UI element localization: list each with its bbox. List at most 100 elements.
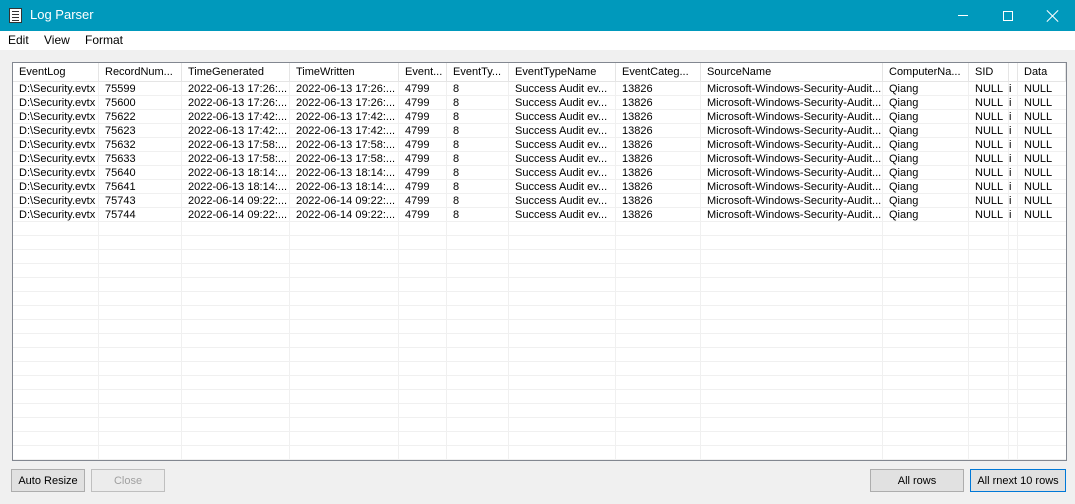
cell-strings: i bbox=[1009, 153, 1012, 165]
cell-eventtype: 8 bbox=[453, 111, 460, 123]
cell-eventid: 4799 bbox=[405, 181, 430, 193]
column-header-eventtypename[interactable]: EventTypeName bbox=[509, 63, 616, 81]
close-icon bbox=[1047, 10, 1059, 22]
table-row[interactable]: D:\Security.evtx 75599 2022-06-13 17:26:..… bbox=[13, 82, 1066, 96]
cell-strings: i bbox=[1009, 195, 1012, 207]
menu-view[interactable]: View bbox=[44, 33, 70, 47]
column-header-eventlog[interactable]: EventLog bbox=[13, 63, 99, 81]
column-header-eventid[interactable]: Event... bbox=[399, 63, 447, 81]
cell-recordnumber: 75599 bbox=[105, 83, 136, 95]
cell-timegenerated: 2022-06-14 09:22:... bbox=[188, 209, 288, 221]
minimize-button[interactable] bbox=[940, 0, 986, 31]
cell-eventtypename: Success Audit ev... bbox=[515, 139, 608, 151]
all-rows-button[interactable]: All rows bbox=[870, 469, 964, 492]
table-row[interactable]: D:\Security.evtx 75641 2022-06-13 18:14:..… bbox=[13, 180, 1066, 194]
app-icon bbox=[9, 8, 22, 23]
auto-resize-button[interactable]: Auto Resize bbox=[11, 469, 85, 492]
cell-eventcategory: 13826 bbox=[622, 139, 653, 151]
cell-eventcategory: 13826 bbox=[622, 181, 653, 193]
column-header-sourcename[interactable]: SourceName bbox=[701, 63, 883, 81]
cell-timewritten: 2022-06-13 17:42:... bbox=[296, 125, 396, 137]
cell-timegenerated: 2022-06-13 18:14:... bbox=[188, 181, 288, 193]
cell-eventtype: 8 bbox=[453, 125, 460, 137]
cell-timewritten: 2022-06-14 09:22:... bbox=[296, 195, 396, 207]
cell-computername: Qiang bbox=[889, 167, 919, 179]
table-row[interactable]: D:\Security.evtx 75640 2022-06-13 18:14:..… bbox=[13, 166, 1066, 180]
cell-sourcename: Microsoft-Windows-Security-Audit... bbox=[707, 139, 882, 151]
window-title: Log Parser bbox=[30, 7, 94, 22]
cell-sid: NULL bbox=[975, 167, 1004, 179]
table-row[interactable]: D:\Security.evtx 75744 2022-06-14 09:22:..… bbox=[13, 208, 1066, 222]
minimize-icon bbox=[958, 15, 968, 16]
cell-strings: i bbox=[1009, 97, 1012, 109]
maximize-button[interactable] bbox=[985, 0, 1031, 31]
cell-data: NULL bbox=[1024, 83, 1053, 95]
column-header-data[interactable]: Data bbox=[1018, 63, 1066, 81]
table-row[interactable]: D:\Security.evtx 75600 2022-06-13 17:26:..… bbox=[13, 96, 1066, 110]
cell-eventtype: 8 bbox=[453, 209, 460, 221]
column-header-sid[interactable]: SID bbox=[969, 63, 1009, 81]
cell-sid: NULL bbox=[975, 153, 1004, 165]
table-row[interactable]: D:\Security.evtx 75633 2022-06-13 17:58:..… bbox=[13, 152, 1066, 166]
cell-eventtypename: Success Audit ev... bbox=[515, 181, 608, 193]
cell-data: NULL bbox=[1024, 209, 1053, 221]
menu-bar: Edit View Format bbox=[0, 31, 1075, 50]
cell-eventtypename: Success Audit ev... bbox=[515, 209, 608, 221]
cell-computername: Qiang bbox=[889, 111, 919, 123]
title-bar: Log Parser bbox=[0, 0, 1075, 31]
cell-strings: i bbox=[1009, 83, 1012, 95]
column-header-timegenerated[interactable]: TimeGenerated bbox=[182, 63, 290, 81]
next-rows-button[interactable]: All rnext 10 rows bbox=[970, 469, 1066, 492]
cell-strings: i bbox=[1009, 181, 1012, 193]
table-row[interactable]: D:\Security.evtx 75743 2022-06-14 09:22:..… bbox=[13, 194, 1066, 208]
table-row[interactable]: D:\Security.evtx 75623 2022-06-13 17:42:..… bbox=[13, 124, 1066, 138]
cell-sid: NULL bbox=[975, 83, 1004, 95]
cell-strings: i bbox=[1009, 209, 1012, 221]
column-header-computername[interactable]: ComputerNa... bbox=[883, 63, 969, 81]
list-header: EventLog RecordNum... TimeGenerated TimeWri… bbox=[13, 63, 1066, 82]
column-header-timewritten[interactable]: TimeWritten bbox=[290, 63, 399, 81]
grid-line bbox=[13, 347, 1066, 348]
menu-edit[interactable]: Edit bbox=[8, 33, 29, 47]
menu-format[interactable]: Format bbox=[85, 33, 123, 47]
table-row[interactable]: D:\Security.evtx 75632 2022-06-13 17:58:..… bbox=[13, 138, 1066, 152]
cell-strings: i bbox=[1009, 139, 1012, 151]
cell-recordnumber: 75744 bbox=[105, 209, 136, 221]
cell-eventid: 4799 bbox=[405, 97, 430, 109]
cell-timewritten: 2022-06-13 17:58:... bbox=[296, 153, 396, 165]
cell-sourcename: Microsoft-Windows-Security-Audit... bbox=[707, 153, 882, 165]
cell-eventtype: 8 bbox=[453, 181, 460, 193]
cell-timewritten: 2022-06-14 09:22:... bbox=[296, 209, 396, 221]
cell-strings: i bbox=[1009, 111, 1012, 123]
column-header-eventcategory[interactable]: EventCateg... bbox=[616, 63, 701, 81]
cell-eventlog: D:\Security.evtx bbox=[19, 209, 96, 221]
cell-recordnumber: 75743 bbox=[105, 195, 136, 207]
cell-sourcename: Microsoft-Windows-Security-Audit... bbox=[707, 111, 882, 123]
close-window-button[interactable] bbox=[1030, 0, 1075, 31]
cell-recordnumber: 75623 bbox=[105, 125, 136, 137]
cell-eventtype: 8 bbox=[453, 83, 460, 95]
cell-eventtypename: Success Audit ev... bbox=[515, 111, 608, 123]
cell-strings: i bbox=[1009, 125, 1012, 137]
cell-eventid: 4799 bbox=[405, 125, 430, 137]
results-list-view[interactable]: EventLog RecordNum... TimeGenerated TimeWri… bbox=[12, 62, 1067, 461]
cell-sid: NULL bbox=[975, 125, 1004, 137]
cell-sourcename: Microsoft-Windows-Security-Audit... bbox=[707, 167, 882, 179]
cell-eventtype: 8 bbox=[453, 139, 460, 151]
cell-sid: NULL bbox=[975, 139, 1004, 151]
column-header-eventtype[interactable]: EventTy... bbox=[447, 63, 509, 81]
table-row[interactable]: D:\Security.evtx 75622 2022-06-13 17:42:..… bbox=[13, 110, 1066, 124]
cell-eventid: 4799 bbox=[405, 209, 430, 221]
cell-eventtype: 8 bbox=[453, 153, 460, 165]
cell-eventid: 4799 bbox=[405, 195, 430, 207]
column-header-recordnumber[interactable]: RecordNum... bbox=[99, 63, 182, 81]
cell-eventid: 4799 bbox=[405, 153, 430, 165]
column-header-strings[interactable] bbox=[1009, 63, 1018, 81]
cell-eventtype: 8 bbox=[453, 97, 460, 109]
cell-eventtypename: Success Audit ev... bbox=[515, 97, 608, 109]
cell-sourcename: Microsoft-Windows-Security-Audit... bbox=[707, 97, 882, 109]
cell-sid: NULL bbox=[975, 195, 1004, 207]
cell-data: NULL bbox=[1024, 167, 1053, 179]
cell-computername: Qiang bbox=[889, 83, 919, 95]
cell-data: NULL bbox=[1024, 153, 1053, 165]
